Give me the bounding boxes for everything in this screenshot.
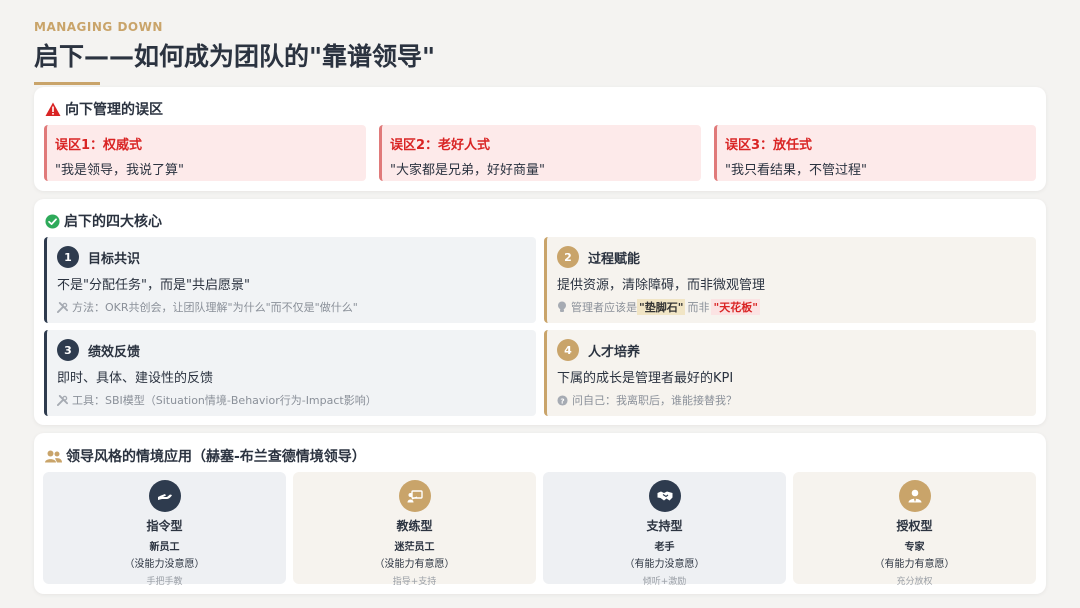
- core-desc: 下属的成长是管理者最好的KPI: [557, 371, 734, 386]
- core-title: 人才培养: [588, 344, 641, 360]
- style-card: 支持型 老手 （有能力没意愿） 倾听+激励: [543, 472, 786, 587]
- style-name: 教练型: [396, 519, 433, 533]
- myth-quote: "我只看结果，不管过程": [725, 163, 867, 178]
- core-item: 4 人才培养 下属的成长是管理者最好的KPI ? 问自己：我离职后，谁能接替我？: [544, 330, 1036, 416]
- style-name: 授权型: [896, 519, 933, 533]
- style-audience: 专家: [904, 542, 925, 553]
- svg-text:?: ?: [560, 396, 564, 405]
- core-item: 1 目标共识 不是"分配任务"，而是"共启愿景" 方法：OKR共创会，让团队理解…: [44, 237, 536, 323]
- style-action: 充分放权: [896, 577, 933, 587]
- styles-heading: 领导风格的情境应用（赫塞-布兰查德情境领导）: [45, 446, 366, 466]
- check-circle-icon: [45, 213, 60, 229]
- styles-card: 领导风格的情境应用（赫塞-布兰查德情境领导） 指令型 新员工 （没能力没意愿） …: [34, 433, 1046, 594]
- warning-icon: [45, 102, 61, 117]
- style-condition: （没能力有意愿）: [374, 559, 455, 570]
- myths-title: 向下管理的误区: [65, 102, 163, 118]
- core-desc: 不是"分配任务"，而是"共启愿景": [57, 278, 250, 293]
- myth-item: 误区3：放任式 "我只看结果，不管过程": [714, 125, 1036, 181]
- style-audience: 老手: [654, 542, 675, 553]
- myth-item: 误区1：权威式 "我是领导，我说了算": [44, 125, 366, 181]
- myth-quote: "我是领导，我说了算": [55, 163, 184, 178]
- style-card: 指令型 新员工 （没能力没意愿） 手把手教: [43, 472, 286, 587]
- style-action: 倾听+激励: [642, 577, 687, 587]
- title-underline: [34, 82, 100, 85]
- myth-title: 误区1：权威式: [55, 138, 143, 153]
- tools-icon: [57, 301, 68, 313]
- cores-title: 启下的四大核心: [64, 214, 162, 230]
- core-number: 1: [57, 246, 79, 268]
- myth-quote: "大家都是兄弟，好好商量": [390, 163, 545, 178]
- style-condition: （有能力有意愿）: [874, 559, 955, 570]
- highlight-stepping-stone: "垫脚石": [637, 299, 686, 315]
- tools-icon: [57, 394, 68, 406]
- handshake-icon: [648, 480, 681, 512]
- core-title: 绩效反馈: [88, 344, 141, 360]
- core-title: 目标共识: [88, 251, 141, 267]
- style-card: 教练型 迷茫员工 （没能力有意愿） 指导+支持: [293, 472, 536, 587]
- style-audience: 迷茫员工: [394, 542, 435, 553]
- style-action: 指导+支持: [392, 577, 437, 587]
- lightbulb-icon: [557, 301, 567, 313]
- myths-heading: 向下管理的误区: [45, 99, 163, 119]
- myth-title: 误区3：放任式: [725, 138, 813, 153]
- style-condition: （没能力没意愿）: [124, 559, 205, 570]
- question-icon: ?: [557, 394, 568, 406]
- page-title: 启下——如何成为团队的"靠谱领导": [34, 42, 436, 71]
- core-title: 过程赋能: [588, 251, 641, 267]
- chalkboard-teacher-icon: [398, 480, 431, 512]
- page-header: MANAGING DOWN 启下——如何成为团队的"靠谱领导": [34, 20, 435, 85]
- style-audience: 新员工: [149, 542, 180, 553]
- core-item: 3 绩效反馈 即时、具体、建设性的反馈 工具：SBI模型（Situation情境…: [44, 330, 536, 416]
- core-note: 工具：SBI模型（Situation情境-Behavior行为-Impact影响…: [57, 392, 536, 408]
- style-action: 手把手教: [146, 577, 183, 587]
- styles-title: 领导风格的情境应用（赫塞-布兰查德情境领导）: [66, 449, 366, 465]
- style-condition: （有能力没意愿）: [624, 559, 705, 570]
- myths-card: 向下管理的误区 误区1：权威式 "我是领导，我说了算" 误区2：老好人式 "大家…: [34, 87, 1046, 191]
- myth-title: 误区2：老好人式: [390, 138, 491, 153]
- users-icon: [45, 450, 62, 463]
- highlight-ceiling: "天花板": [711, 299, 760, 315]
- style-name: 指令型: [146, 519, 183, 533]
- core-item: 2 过程赋能 提供资源，清除障碍，而非微观管理 管理者应该是 "垫脚石" 而非 …: [544, 237, 1036, 323]
- core-number: 2: [557, 246, 579, 268]
- core-desc: 即时、具体、建设性的反馈: [57, 371, 214, 386]
- cores-card: 启下的四大核心 1 目标共识 不是"分配任务"，而是"共启愿景" 方法：OKR共…: [34, 199, 1046, 425]
- core-number: 4: [557, 339, 579, 361]
- core-note: ? 问自己：我离职后，谁能接替我？: [557, 392, 1036, 408]
- core-note: 方法：OKR共创会，让团队理解"为什么"而不仅是"做什么": [57, 299, 536, 315]
- style-card: 授权型 专家 （有能力有意愿） 充分放权: [793, 472, 1036, 587]
- core-note: 管理者应该是 "垫脚石" 而非 "天花板": [557, 299, 1036, 315]
- eyebrow: MANAGING DOWN: [34, 20, 163, 34]
- core-desc: 提供资源，清除障碍，而非微观管理: [557, 278, 766, 293]
- cores-heading: 启下的四大核心: [45, 211, 162, 231]
- hand-icon: [148, 480, 181, 512]
- core-number: 3: [57, 339, 79, 361]
- myth-item: 误区2：老好人式 "大家都是兄弟，好好商量": [379, 125, 701, 181]
- style-name: 支持型: [646, 519, 683, 533]
- user-tie-icon: [898, 480, 931, 512]
